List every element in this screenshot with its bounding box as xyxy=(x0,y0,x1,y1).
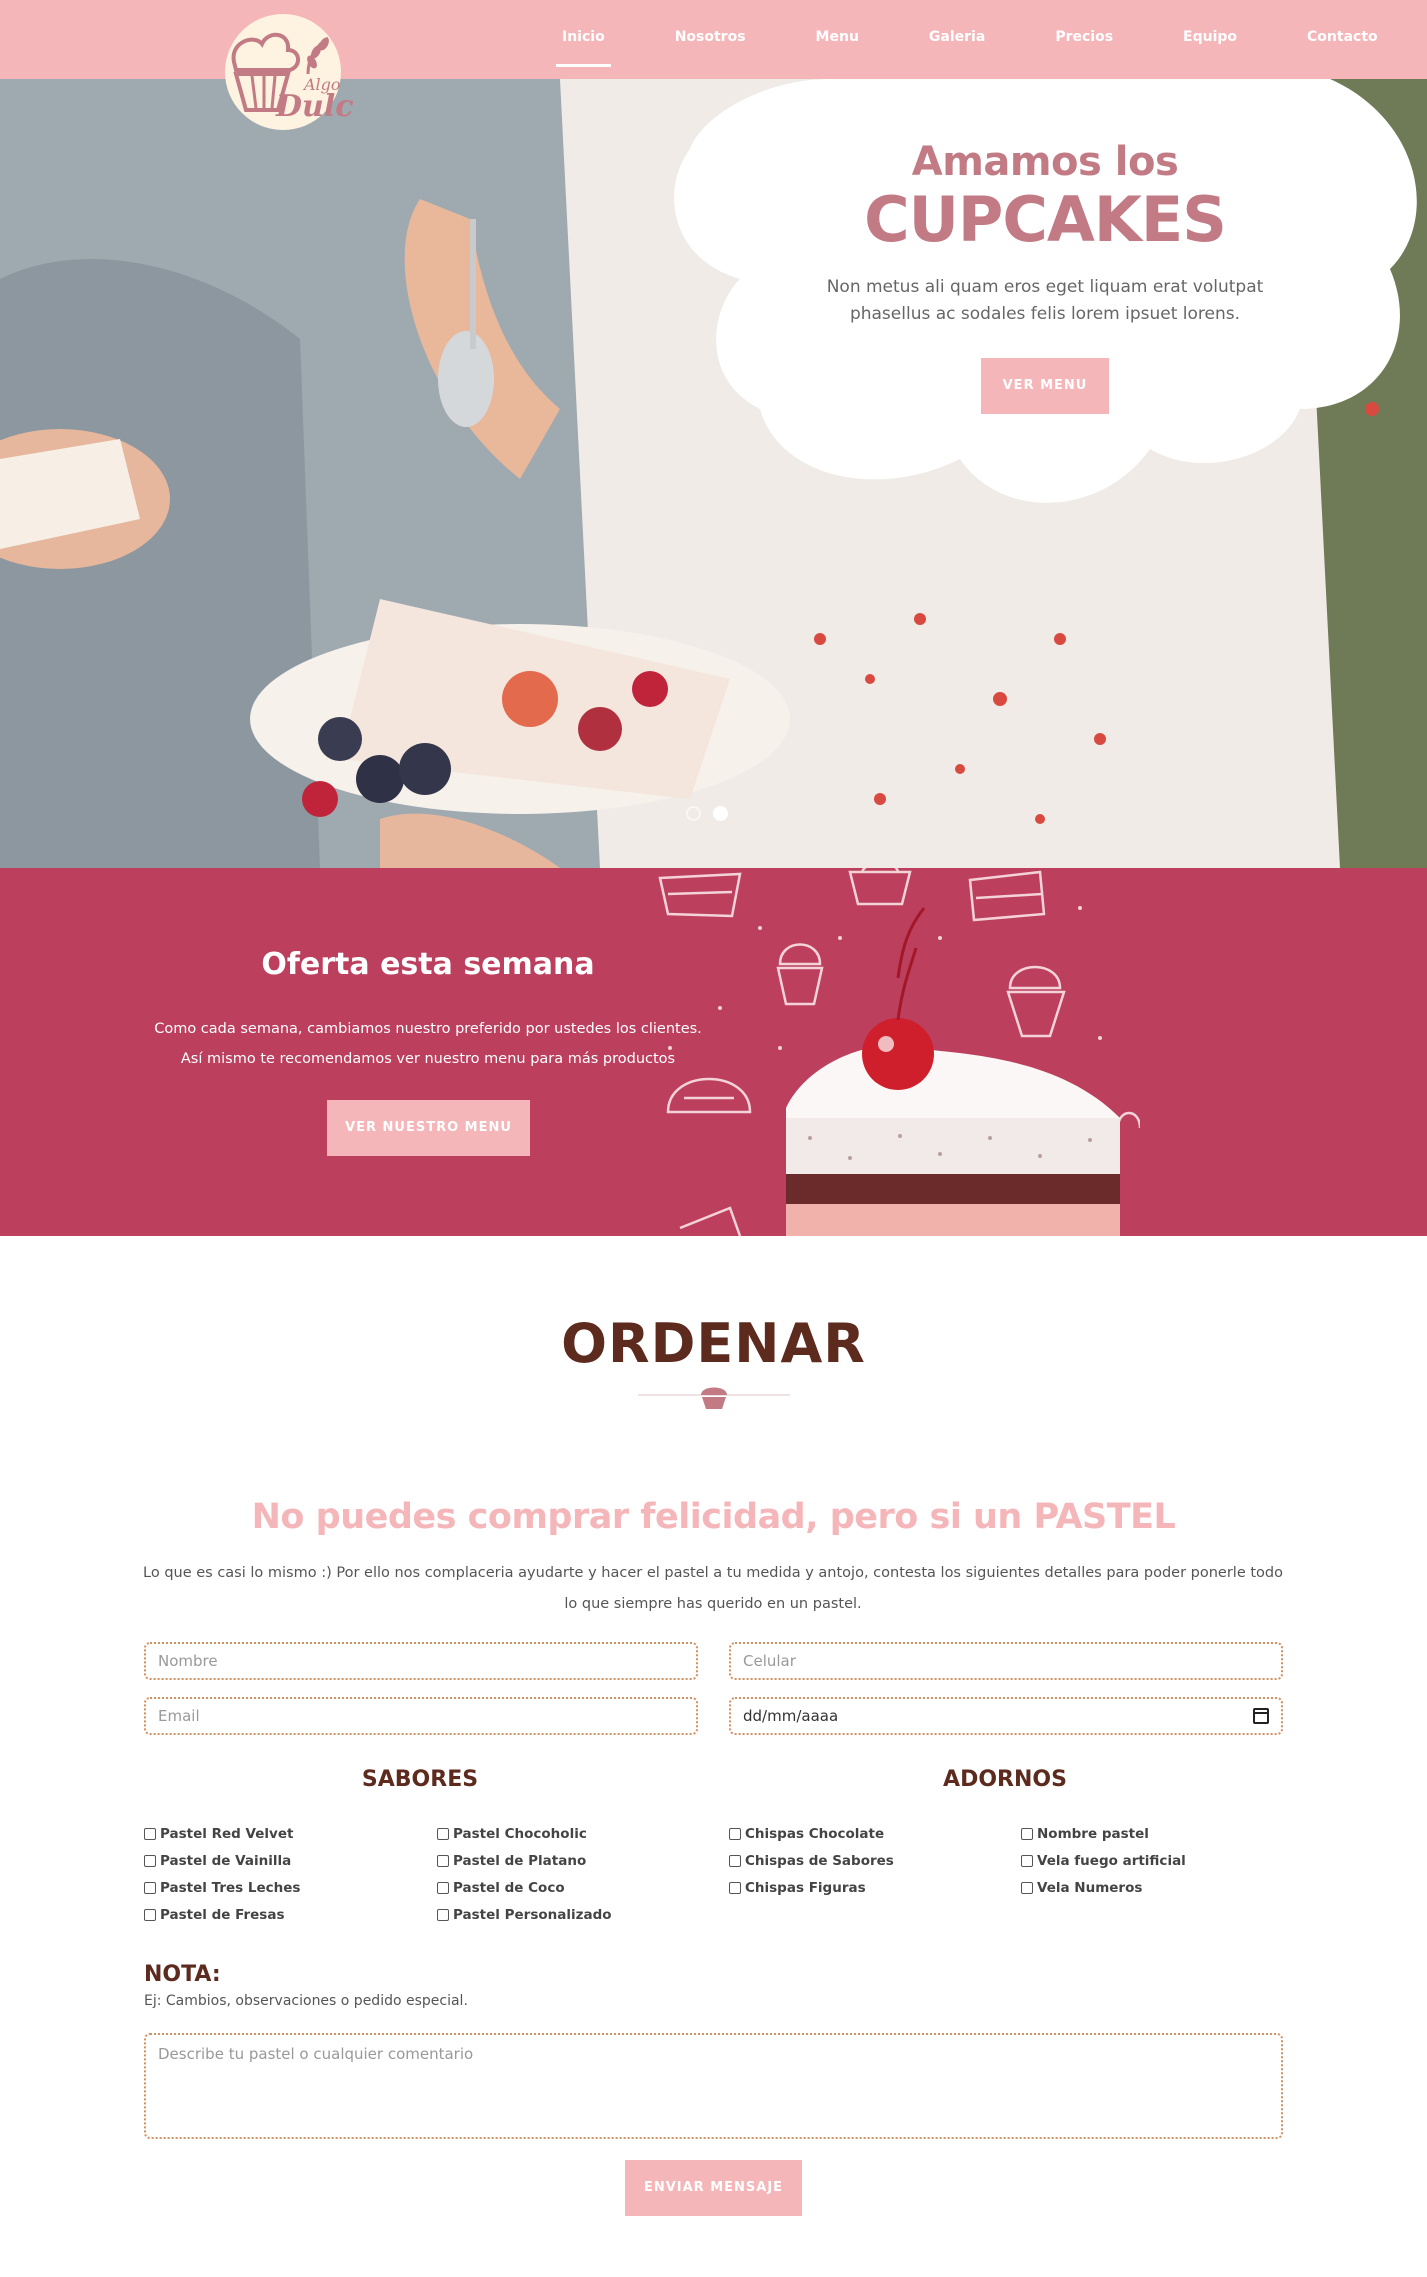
celular-input[interactable]: Celular xyxy=(729,1642,1283,1680)
checkbox-box[interactable] xyxy=(144,1855,156,1867)
slider-dot-2[interactable] xyxy=(713,806,728,821)
checkbox-box[interactable] xyxy=(437,1882,449,1894)
checkbox-box[interactable] xyxy=(144,1909,156,1921)
nav-item-contacto[interactable]: Contacto xyxy=(1285,0,1400,79)
checkbox-label: Pastel Tres Leches xyxy=(160,1880,301,1896)
slider-dot-1[interactable] xyxy=(686,806,701,821)
order-title: ORDENAR xyxy=(561,1312,866,1375)
checkbox-vainilla[interactable]: Pastel de Vainilla xyxy=(144,1853,291,1869)
checkbox-platano[interactable]: Pastel de Platano xyxy=(437,1853,586,1869)
checkbox-label: Pastel de Vainilla xyxy=(160,1853,292,1869)
checkbox-label: Pastel Chocoholic xyxy=(453,1826,587,1842)
checkbox-box[interactable] xyxy=(729,1828,741,1840)
checkbox-box[interactable] xyxy=(729,1855,741,1867)
checkbox-label: Pastel de Coco xyxy=(453,1880,565,1896)
checkbox-label: Chispas de Sabores xyxy=(745,1853,894,1869)
adornos-title: ADORNOS xyxy=(943,1767,1067,1792)
nota-title: NOTA: xyxy=(144,1962,221,1987)
checkbox-box[interactable] xyxy=(144,1882,156,1894)
enviar-mensaje-button[interactable]: ENVIAR MENSAJE xyxy=(625,2160,802,2216)
offer-title: Oferta esta semana xyxy=(261,947,595,982)
checkbox-personalizado[interactable]: Pastel Personalizado xyxy=(437,1907,612,1923)
slider-dots xyxy=(686,806,728,821)
checkbox-label: Pastel de Fresas xyxy=(160,1907,285,1923)
email-input[interactable]: Email xyxy=(144,1697,698,1735)
hero-subtitle: Non metus ali quam eros eget liquam erat… xyxy=(826,277,1264,324)
offer-section: Oferta esta semana Como cada semana, cam… xyxy=(0,868,1427,1236)
checkbox-tres-leches[interactable]: Pastel Tres Leches xyxy=(144,1880,300,1896)
checkbox-box[interactable] xyxy=(1021,1828,1033,1840)
nav-item-galeria[interactable]: Galeria xyxy=(907,0,1007,79)
checkbox-coco[interactable]: Pastel de Coco xyxy=(437,1880,565,1896)
nav-item-precios[interactable]: Precios xyxy=(1033,0,1135,79)
nav-item-inicio[interactable]: Inicio xyxy=(540,0,627,79)
ver-nuestro-menu-button[interactable]: VER NUESTRO MENU xyxy=(327,1100,530,1156)
checkbox-chispas-figuras[interactable]: Chispas Figuras xyxy=(729,1880,866,1896)
checkbox-red-velvet[interactable]: Pastel Red Velvet xyxy=(144,1826,293,1842)
sabores-title: SABORES xyxy=(361,1767,479,1792)
nombre-input[interactable]: Nombre xyxy=(144,1642,698,1680)
nav-item-equipo[interactable]: Equipo xyxy=(1161,0,1259,79)
checkbox-box[interactable] xyxy=(729,1882,741,1894)
order-tagline: No puedes comprar felicidad, pero si un … xyxy=(251,1497,1176,1537)
checkbox-box[interactable] xyxy=(144,1828,156,1840)
checkbox-box[interactable] xyxy=(437,1828,449,1840)
checkbox-label: Chispas Chocolate xyxy=(745,1826,885,1842)
nav-menu: Inicio Nosotros Menu Galeria Precios Equ… xyxy=(540,0,1400,79)
checkbox-vela-numeros[interactable]: Vela Numeros xyxy=(1021,1880,1142,1896)
checkbox-label: Pastel Personalizado xyxy=(453,1907,612,1923)
hero-title-line1: Amamos los xyxy=(911,139,1179,185)
ver-menu-button[interactable]: VER MENU xyxy=(981,358,1109,414)
nav-item-nosotros[interactable]: Nosotros xyxy=(653,0,768,79)
checkbox-label: Vela Numeros xyxy=(1037,1880,1143,1896)
offer-line-1: Como cada semana, cambiamos nuestro pref… xyxy=(154,1021,702,1037)
logo-big-text: Dulce xyxy=(275,89,354,124)
offer-line-2: Así mismo te recomendamos ver nuestro me… xyxy=(180,1051,676,1067)
cupcake-divider-icon xyxy=(638,1387,790,1409)
hero-slider[interactable]: Amamos los CUPCAKES Non metus ali quam e… xyxy=(0,79,1427,868)
checkbox-box[interactable] xyxy=(437,1855,449,1867)
checkbox-vela-fuego[interactable]: Vela fuego artificial xyxy=(1021,1853,1186,1869)
checkbox-label: Chispas Figuras xyxy=(745,1880,866,1896)
checkbox-nombre-pastel[interactable]: Nombre pastel xyxy=(1021,1826,1149,1842)
checkbox-chispas-chocolate[interactable]: Chispas Chocolate xyxy=(729,1826,884,1842)
date-placeholder: dd/mm/aaaa xyxy=(743,1707,839,1725)
checkbox-fresas[interactable]: Pastel de Fresas xyxy=(144,1907,285,1923)
nav-item-menu[interactable]: Menu xyxy=(794,0,881,79)
checkbox-label: Vela fuego artificial xyxy=(1037,1853,1186,1869)
checkbox-box[interactable] xyxy=(437,1909,449,1921)
order-intro: Lo que es casi lo mismo :) Por ello nos … xyxy=(143,1565,1283,1612)
checkbox-box[interactable] xyxy=(1021,1855,1033,1867)
nota-subtitle: Ej: Cambios, observaciones o pedido espe… xyxy=(144,1993,468,2009)
checkbox-label: Nombre pastel xyxy=(1037,1826,1149,1842)
checkbox-box[interactable] xyxy=(1021,1882,1033,1894)
checkbox-chispas-sabores[interactable]: Chispas de Sabores xyxy=(729,1853,894,1869)
offer-description: Como cada semana, cambiamos nuestro pref… xyxy=(118,1014,738,1074)
navbar: Algo Dulce Inicio Nosotros Menu Galeria … xyxy=(0,0,1427,130)
algo-dulce-logo[interactable]: Algo Dulce xyxy=(212,14,354,132)
hero-content: Amamos los CUPCAKES Non metus ali quam e… xyxy=(770,139,1320,414)
checkbox-chocoholic[interactable]: Pastel Chocoholic xyxy=(437,1826,587,1842)
comment-textarea[interactable]: Describe tu pastel o cualquier comentari… xyxy=(144,2033,1283,2139)
checkbox-label: Pastel de Platano xyxy=(453,1853,587,1869)
hero-title-line2: CUPCAKES xyxy=(864,183,1227,256)
calendar-icon[interactable] xyxy=(1253,1708,1269,1724)
checkbox-label: Pastel Red Velvet xyxy=(160,1826,294,1842)
date-input[interactable]: dd/mm/aaaa xyxy=(729,1697,1283,1735)
